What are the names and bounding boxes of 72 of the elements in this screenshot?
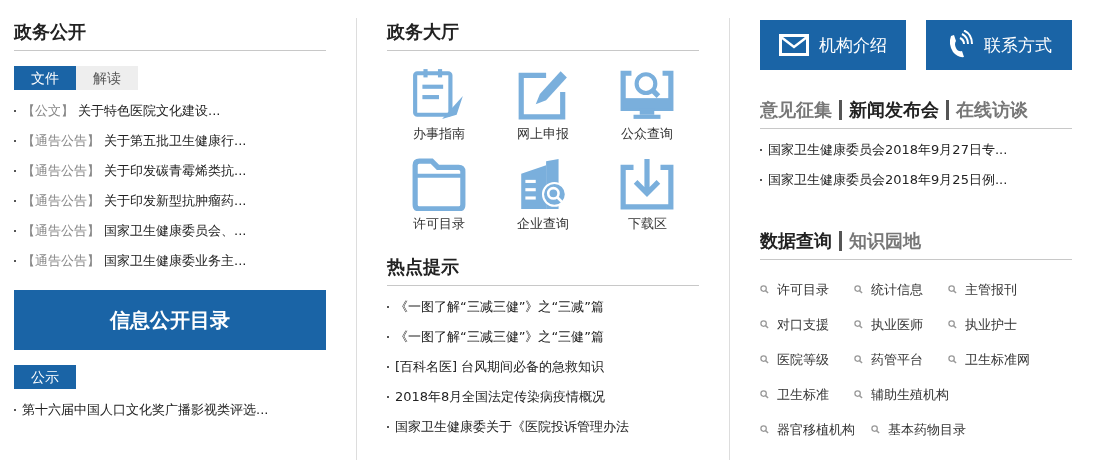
search-icon bbox=[854, 320, 863, 329]
data-link[interactable]: 许可目录 bbox=[777, 280, 829, 299]
data-link[interactable]: 执业护士 bbox=[965, 315, 1017, 334]
service-link[interactable]: 办事指南 bbox=[413, 125, 465, 143]
search-icon bbox=[948, 285, 957, 294]
tab[interactable]: 在线访谈 bbox=[956, 98, 1028, 122]
tab[interactable]: 解读 bbox=[76, 66, 138, 90]
tab-divider bbox=[839, 231, 842, 251]
data-link[interactable]: 辅助生殖机构 bbox=[871, 385, 949, 404]
news-link[interactable]: 《一图了解“三减三健”》之“三减”篇 bbox=[395, 298, 604, 316]
search-icon bbox=[871, 425, 880, 434]
tab[interactable]: 公示 bbox=[14, 365, 76, 389]
data-link[interactable]: 主管报刊 bbox=[965, 280, 1017, 299]
data-link[interactable]: 执业医师 bbox=[871, 315, 923, 334]
news-link[interactable]: 国家卫生健康委关于《医院投诉管理办法 bbox=[395, 418, 629, 436]
tab[interactable]: 知识园地 bbox=[849, 229, 921, 253]
category-label: 【通告公告】 bbox=[22, 132, 100, 150]
service-link[interactable]: 网上申报 bbox=[517, 125, 569, 143]
search-icon bbox=[760, 285, 769, 294]
section-title: 政务公开 bbox=[14, 20, 86, 44]
folder-icon[interactable] bbox=[411, 157, 467, 211]
section-title: 政务大厅 bbox=[387, 20, 459, 44]
search-icon bbox=[854, 285, 863, 294]
section-title: 热点提示 bbox=[387, 255, 459, 279]
tab[interactable]: 文件 bbox=[14, 66, 76, 90]
tab-divider bbox=[946, 100, 949, 120]
news-link[interactable]: 关于印发碳青霉烯类抗... bbox=[104, 162, 247, 180]
search-icon bbox=[760, 320, 769, 329]
tab[interactable]: 意见征集 bbox=[760, 98, 832, 122]
news-link[interactable]: 关于特色医院文化建设... bbox=[78, 102, 221, 120]
search-icon bbox=[948, 320, 957, 329]
data-link[interactable]: 对口支援 bbox=[777, 315, 829, 334]
news-link[interactable]: 关于印发新型抗肿瘤药... bbox=[104, 192, 247, 210]
category-label: 【公文】 bbox=[22, 102, 74, 120]
news-link[interactable]: [百科名医] 台风期间必备的急救知识 bbox=[395, 358, 605, 376]
news-link[interactable]: 国家卫生健康委员会、... bbox=[104, 222, 247, 240]
data-link[interactable]: 卫生标准网 bbox=[965, 350, 1030, 369]
service-link[interactable]: 许可目录 bbox=[413, 215, 465, 233]
search-icon bbox=[760, 425, 769, 434]
tab[interactable]: 数据查询 bbox=[760, 229, 832, 253]
news-link[interactable]: 国家卫生健康委业务主... bbox=[104, 252, 247, 270]
category-label: 【通告公告】 bbox=[22, 252, 100, 270]
news-link[interactable]: 国家卫生健康委员会2018年9月27日专... bbox=[768, 141, 1008, 159]
category-label: 【通告公告】 bbox=[22, 222, 100, 240]
category-label: 【通告公告】 bbox=[22, 162, 100, 180]
tab-divider bbox=[839, 100, 842, 120]
nav-button[interactable]: 联系方式 bbox=[926, 20, 1072, 70]
data-link[interactable]: 统计信息 bbox=[871, 280, 923, 299]
mail-icon bbox=[779, 34, 809, 56]
news-link[interactable]: 关于第五批卫生健康行... bbox=[104, 132, 247, 150]
data-link[interactable]: 器官移植机构 bbox=[777, 420, 855, 439]
search-icon bbox=[854, 355, 863, 364]
search-icon bbox=[948, 355, 957, 364]
news-link[interactable]: 2018年8月全国法定传染病疫情概况 bbox=[395, 388, 606, 406]
data-link[interactable]: 卫生标准 bbox=[777, 385, 829, 404]
search-icon bbox=[760, 390, 769, 399]
search-icon bbox=[854, 390, 863, 399]
service-link[interactable]: 公众查询 bbox=[621, 125, 673, 143]
news-link[interactable]: 第十六届中国人口文化奖广播影视类评选... bbox=[22, 401, 269, 419]
service-link[interactable]: 企业查询 bbox=[517, 215, 569, 233]
news-link[interactable]: 国家卫生健康委员会2018年9月25日例... bbox=[768, 171, 1008, 189]
tab[interactable]: 新闻发布会 bbox=[849, 98, 939, 122]
category-label: 【通告公告】 bbox=[22, 192, 100, 210]
download-icon[interactable] bbox=[619, 157, 675, 211]
catalog-button[interactable]: 信息公开目录 bbox=[14, 290, 326, 350]
data-link[interactable]: 基本药物目录 bbox=[888, 420, 966, 439]
search-icon bbox=[760, 355, 769, 364]
data-link[interactable]: 医院等级 bbox=[777, 350, 829, 369]
service-link[interactable]: 下载区 bbox=[627, 215, 667, 233]
nav-button[interactable]: 机构介绍 bbox=[760, 20, 906, 70]
data-link[interactable]: 药管平台 bbox=[871, 350, 923, 369]
news-link[interactable]: 《一图了解“三减三健”》之“三健”篇 bbox=[395, 328, 604, 346]
